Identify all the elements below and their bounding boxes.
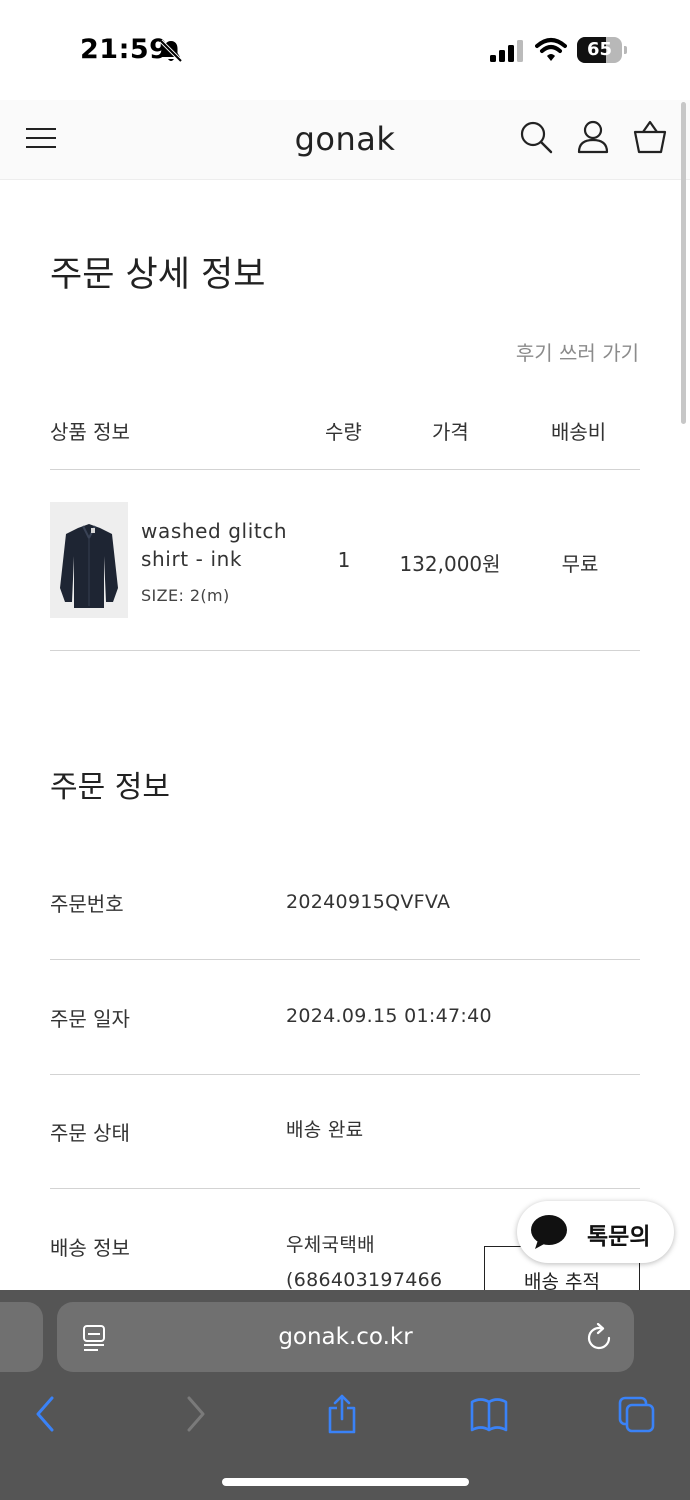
shirt-illustration [60, 524, 118, 608]
status-bar: 21:59 65 [0, 0, 690, 100]
page-title: 주문 상세 정보 [50, 255, 266, 295]
reload-icon[interactable] [584, 1323, 614, 1353]
speech-bubble-icon [531, 1215, 567, 1249]
order-date-value: 2024.09.15 01:47:40 [286, 1005, 492, 1027]
browser-toolbar: gonak.co.kr [0, 1290, 690, 1500]
home-indicator [222, 1478, 469, 1486]
order-info-title: 주문 정보 [50, 770, 170, 805]
divider [50, 1074, 640, 1075]
shopping-bag-icon[interactable] [632, 120, 668, 154]
column-header-price: 가격 [432, 420, 469, 444]
product-name[interactable]: washed glitch shirt - ink [141, 517, 311, 573]
bookmarks-icon[interactable] [469, 1394, 509, 1434]
product-option: SIZE: 2(m) [141, 586, 230, 605]
column-header-shipping: 배송비 [551, 420, 607, 444]
order-status-label: 주문 상태 [50, 1121, 130, 1145]
column-header-quantity: 수량 [325, 420, 362, 444]
order-number-label: 주문번호 [50, 892, 124, 916]
tabs-icon[interactable] [618, 1394, 656, 1434]
write-review-link[interactable]: 후기 쓰러 가기 [516, 337, 639, 366]
address-bar[interactable]: gonak.co.kr [57, 1302, 634, 1372]
back-arrow-icon[interactable] [33, 1394, 57, 1434]
order-status-value: 배송 완료 [286, 1119, 364, 1141]
divider [50, 1188, 640, 1189]
product-quantity: 1 [337, 548, 351, 572]
status-time: 21:59 [80, 34, 169, 65]
cellular-signal-icon [490, 40, 523, 62]
page-scrollbar[interactable] [681, 102, 686, 424]
shipping-info-label: 배송 정보 [50, 1236, 130, 1260]
shipping-carrier: 우체국택배 [286, 1234, 375, 1256]
search-icon[interactable] [519, 120, 553, 154]
product-image[interactable] [50, 502, 128, 618]
chat-inquiry-label: 톡문의 [587, 1224, 651, 1250]
product-price: 132,000원 [399, 552, 501, 576]
order-number-value: 20240915QVFVA [286, 891, 451, 913]
battery-indicator: 65 [577, 37, 627, 63]
url-text[interactable]: gonak.co.kr [57, 1324, 634, 1350]
battery-level: 65 [586, 39, 613, 60]
forward-arrow-icon[interactable] [184, 1394, 208, 1434]
divider [50, 650, 640, 651]
product-shipping-fee: 무료 [561, 552, 599, 576]
divider [50, 469, 640, 470]
bell-muted-icon [159, 39, 183, 63]
previous-tab-edge[interactable] [0, 1302, 43, 1372]
order-date-label: 주문 일자 [50, 1007, 130, 1031]
chat-inquiry-button[interactable]: 톡문의 [517, 1201, 674, 1263]
user-account-icon[interactable] [576, 120, 610, 154]
divider [50, 959, 640, 960]
wifi-icon [535, 38, 567, 61]
column-header-product: 상품 정보 [50, 420, 130, 444]
share-icon[interactable] [325, 1394, 359, 1434]
site-header: gonak [0, 100, 690, 180]
